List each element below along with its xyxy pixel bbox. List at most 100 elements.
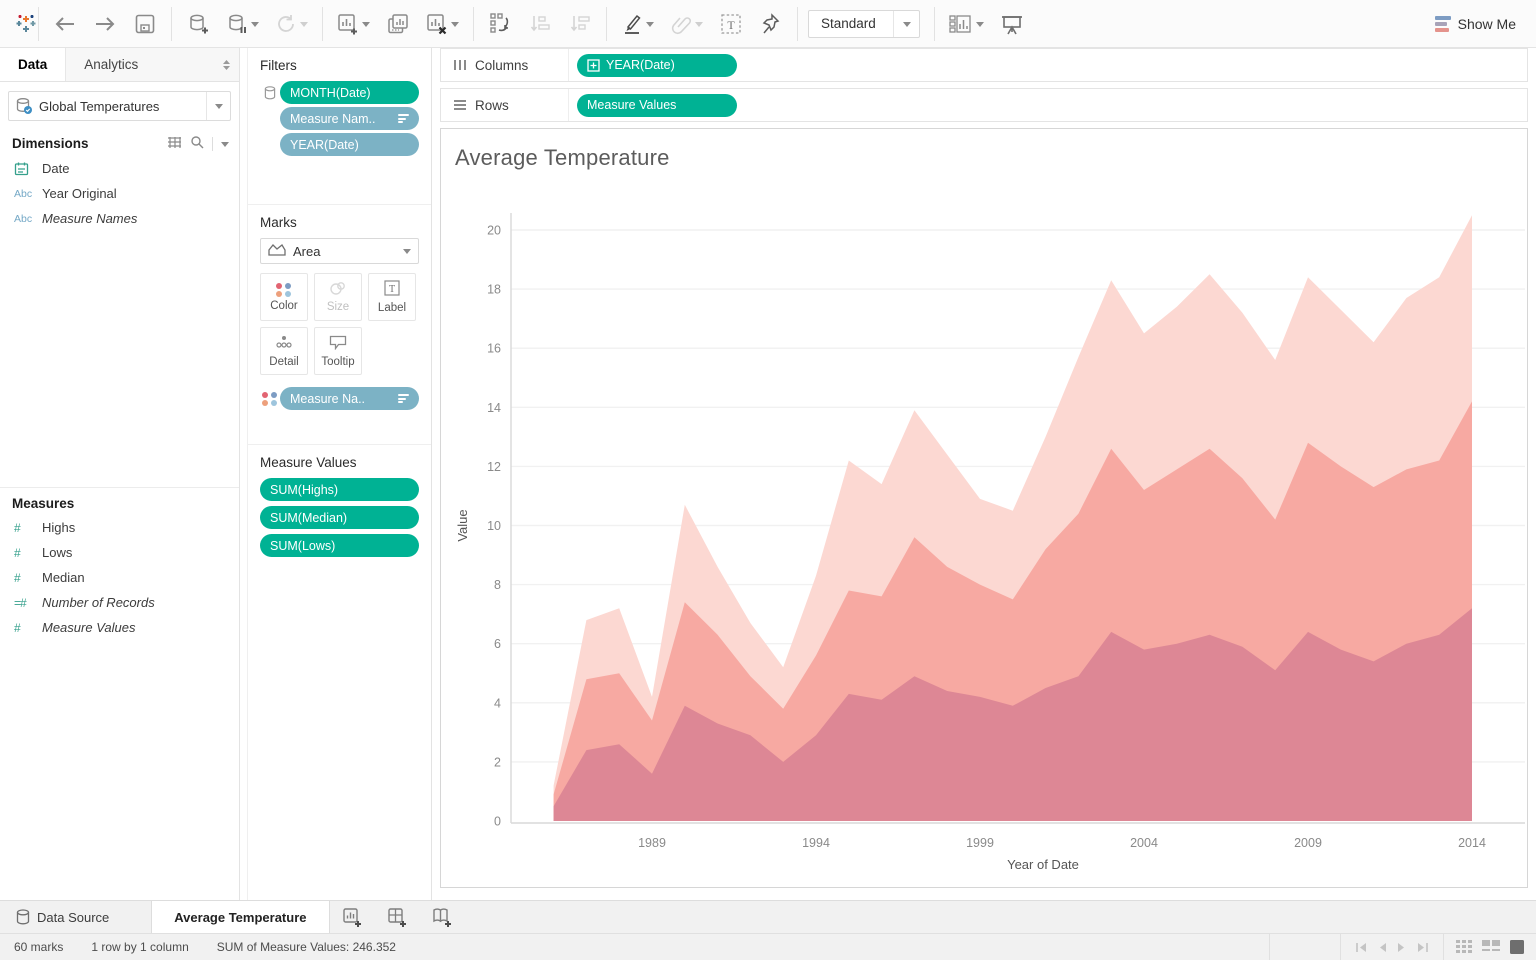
expand-plus-icon[interactable]	[587, 58, 600, 72]
show-me-button[interactable]: Show Me	[1434, 15, 1522, 32]
view-data-icon[interactable]	[167, 136, 182, 152]
x-tick-label: 1999	[966, 836, 994, 850]
measures-title: Measures	[12, 496, 75, 511]
mark-type-dropdown[interactable]: Area	[260, 238, 419, 264]
fix-axes-button[interactable]	[759, 12, 783, 36]
filters-pills: MONTH(Date) Measure Nam.. YEAR(Date)	[260, 81, 419, 156]
measure-field-measure-values[interactable]: # Measure Values	[0, 615, 239, 640]
dimensions-menu-caret[interactable]	[221, 141, 229, 151]
pause-auto-updates-caret[interactable]	[251, 21, 259, 31]
filter-pill-year-date-[interactable]: YEAR(Date)	[280, 133, 419, 156]
dimension-field-date[interactable]: Date	[0, 156, 239, 181]
highlight-caret[interactable]	[646, 21, 654, 31]
measure-field-median[interactable]: # Median	[0, 565, 239, 590]
measure-values-pill-sum-highs-[interactable]: SUM(Highs)	[260, 478, 419, 501]
columns-icon	[454, 60, 466, 70]
measures-header: Measures	[0, 488, 239, 515]
marks-measure-names-pill[interactable]: Measure Na..	[280, 387, 419, 410]
show-sheet-sorter-icon[interactable]	[1510, 940, 1524, 954]
new-story-tab-button[interactable]	[420, 901, 465, 933]
filter-pill-month-date-[interactable]: MONTH(Date)	[280, 81, 419, 104]
measure-values-pill-sum-lows-[interactable]: SUM(Lows)	[260, 534, 419, 557]
abc-icon: Abc	[14, 212, 33, 225]
x-tick-label: 2009	[1294, 836, 1322, 850]
area-mark-icon	[268, 243, 286, 259]
measure-field-lows[interactable]: # Lows	[0, 540, 239, 565]
columns-year-date-pill[interactable]: YEAR(Date)	[577, 53, 737, 77]
new-worksheet-tab-button[interactable]	[330, 901, 375, 933]
duplicate-sheet-button[interactable]	[386, 12, 410, 36]
eq-hash-icon: =#	[14, 595, 27, 610]
measure-values-card: Measure Values SUM(Highs) SUM(Median) SUM(…	[248, 445, 431, 572]
dimension-field-year-original[interactable]: Abc Year Original	[0, 181, 239, 206]
y-tick-label: 4	[494, 696, 501, 710]
dimension-field-measure-names[interactable]: Abc Measure Names	[0, 206, 239, 231]
x-tick-label: 2014	[1458, 836, 1486, 850]
show-mark-labels-button[interactable]: T	[719, 12, 743, 36]
datasource-caret[interactable]	[206, 92, 230, 120]
fit-dropdown-value: Standard	[821, 16, 876, 31]
label-icon: T	[384, 280, 400, 299]
measure-field-highs[interactable]: # Highs	[0, 515, 239, 540]
fit-dropdown[interactable]: Standard	[808, 9, 920, 38]
measure-values-pill-sum-median-[interactable]: SUM(Median)	[260, 506, 419, 529]
show-hide-cards-caret[interactable]	[976, 21, 984, 31]
format-link-button	[670, 13, 703, 35]
new-data-source-button[interactable]	[186, 12, 210, 36]
x-tick-label: 1994	[802, 836, 830, 850]
y-tick-label: 2	[494, 755, 501, 769]
y-tick-label: 8	[494, 578, 501, 592]
swap-rows-columns-button[interactable]	[488, 12, 512, 36]
filter-pill-measure-nam-[interactable]: Measure Nam..	[280, 107, 419, 130]
show-filmstrip-icon[interactable]	[1482, 940, 1500, 954]
color-legend-icon	[260, 391, 280, 406]
columns-shelf: Columns YEAR(Date)	[440, 48, 1528, 82]
y-tick-label: 12	[487, 460, 501, 474]
tab-data-source[interactable]: Data Source	[0, 901, 125, 933]
data-pane-tabs: Data Analytics	[0, 48, 239, 82]
label-mark-button[interactable]: T Label	[368, 273, 416, 321]
datasource-name: Global Temperatures	[39, 98, 160, 114]
pause-auto-updates-button[interactable]	[226, 13, 259, 35]
show-tabs-icon[interactable]	[1456, 940, 1472, 954]
undo-button[interactable]	[53, 12, 77, 36]
measure-values-pills: SUM(Highs) SUM(Median) SUM(Lows)	[260, 478, 419, 557]
show-hide-cards-button[interactable]	[949, 14, 984, 34]
clear-sheet-caret[interactable]	[451, 21, 459, 31]
x-tick-label: 2004	[1130, 836, 1158, 850]
tab-average-temperature[interactable]: Average Temperature	[151, 901, 330, 933]
highlight-button[interactable]	[621, 13, 654, 35]
tab-data[interactable]: Data	[0, 48, 65, 81]
tooltip-icon	[329, 335, 347, 353]
statusbar-divider	[1269, 934, 1270, 960]
fit-dropdown-caret[interactable]	[893, 10, 919, 37]
area-chart[interactable]: 0 2 4 6 8 10 12 14 16 18 20 1989 1994 1999 2004 2009 201…	[441, 129, 1527, 887]
marks-color-pill-row: Measure Na..	[260, 387, 419, 410]
search-icon[interactable]	[190, 135, 204, 152]
show-me-label: Show Me	[1457, 15, 1516, 32]
mark-type-caret[interactable]	[403, 249, 411, 258]
color-mark-button[interactable]: Color	[260, 273, 308, 321]
tooltip-mark-button[interactable]: Tooltip	[314, 327, 362, 375]
context-filter-database-icon	[264, 85, 276, 99]
datasource-item[interactable]: Global Temperatures	[8, 91, 231, 121]
detail-mark-button[interactable]: Detail	[260, 327, 308, 375]
x-tick-label: 1989	[638, 836, 666, 850]
rows-measure-values-pill[interactable]: Measure Values	[577, 93, 737, 117]
sheet-tab-bar: Data Source Average Temperature	[0, 900, 1536, 933]
measure-field-number-of-records[interactable]: =# Number of Records	[0, 590, 239, 615]
new-worksheet-button[interactable]	[337, 13, 370, 35]
presentation-mode-button[interactable]	[1000, 12, 1024, 36]
new-dashboard-tab-button[interactable]	[375, 901, 420, 933]
new-worksheet-caret[interactable]	[362, 21, 370, 31]
run-update-caret	[300, 21, 308, 31]
clear-sheet-button[interactable]	[426, 13, 459, 35]
save-button[interactable]	[133, 12, 157, 36]
redo-button[interactable]	[93, 12, 117, 36]
pane-collapse-icon[interactable]	[222, 48, 239, 81]
columns-shelf-label: Columns	[441, 49, 569, 81]
worksheet-canvas[interactable]: Average Temperature 0 2 4 6 8 10 12 14 16 18 20 198…	[440, 128, 1528, 888]
sort-icon	[398, 394, 409, 403]
y-tick-label: 0	[494, 815, 501, 829]
tab-analytics[interactable]: Analytics	[65, 48, 222, 81]
